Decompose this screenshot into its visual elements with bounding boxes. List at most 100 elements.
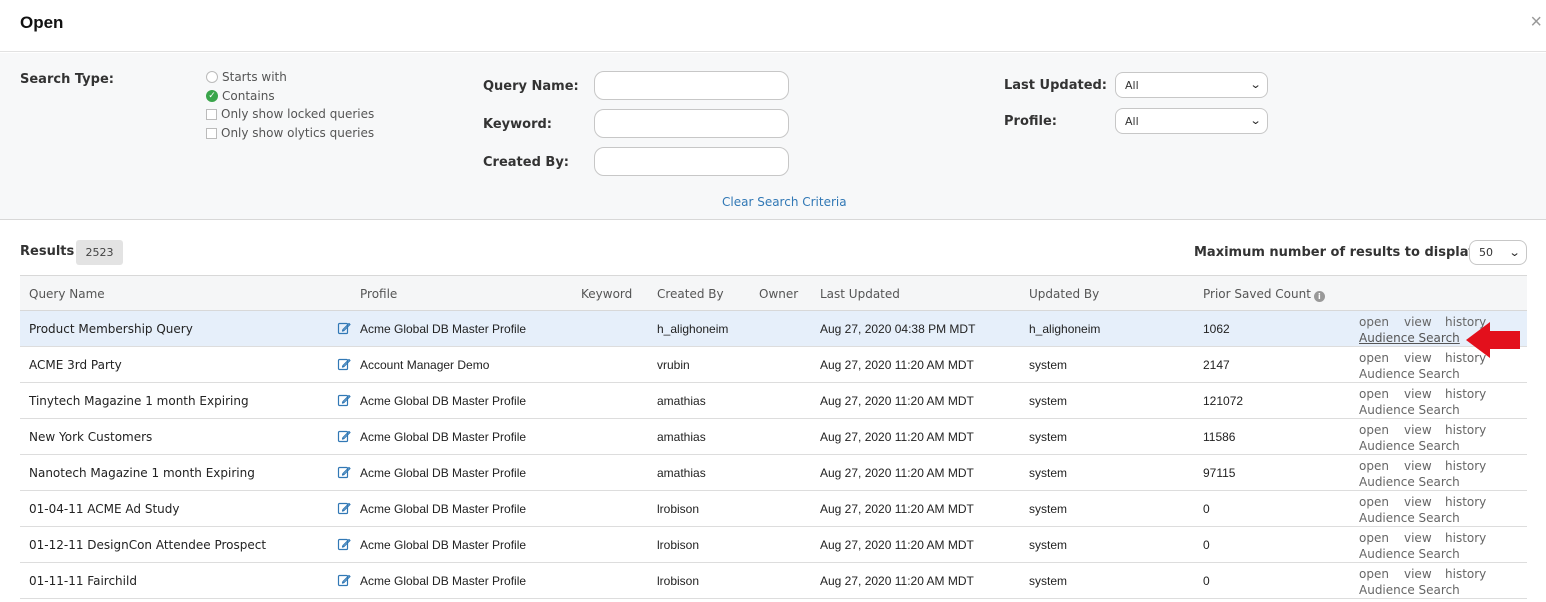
table-row[interactable]: 01-12-11 DesignCon Attendee Prospect Acme… [20, 527, 1527, 563]
view-link[interactable]: view [1404, 566, 1432, 582]
cell-created-by: lrobison [657, 538, 700, 552]
cell-prior-saved-count: 1062 [1203, 322, 1230, 336]
option-starts-with[interactable]: Starts with [206, 70, 287, 84]
col-created-by[interactable]: Created By [657, 287, 724, 301]
cell-prior-saved-count: 0 [1203, 574, 1210, 588]
view-link[interactable]: view [1404, 386, 1432, 402]
results-count-badge: 2523 [76, 240, 123, 265]
col-prior-saved-count[interactable]: Prior Saved Count i [1203, 287, 1325, 302]
open-link[interactable]: open [1359, 386, 1389, 402]
edit-icon[interactable] [337, 357, 351, 371]
edit-icon[interactable] [337, 393, 351, 407]
history-link[interactable]: history [1445, 494, 1486, 510]
open-link[interactable]: open [1359, 350, 1389, 366]
created-by-input[interactable] [594, 147, 789, 176]
checkbox-icon[interactable] [206, 108, 217, 120]
option-olytics-queries[interactable]: Only show olytics queries [206, 126, 374, 140]
cell-query-name: New York Customers [29, 430, 153, 444]
col-last-updated[interactable]: Last Updated [820, 287, 900, 301]
audience-search-link[interactable]: Audience Search [1359, 330, 1460, 346]
close-icon[interactable]: × [1530, 12, 1542, 32]
col-profile[interactable]: Profile [360, 287, 397, 301]
cell-created-by: h_alighoneim [657, 322, 729, 336]
cell-prior-saved-count: 0 [1203, 538, 1210, 552]
open-link[interactable]: open [1359, 494, 1389, 510]
col-query-name[interactable]: Query Name [29, 287, 105, 301]
profile-select[interactable]: All ⌄ [1115, 108, 1268, 134]
cell-last-updated: Aug 27, 2020 11:20 AM MDT [820, 502, 974, 516]
open-link[interactable]: open [1359, 422, 1389, 438]
view-link[interactable]: view [1404, 494, 1432, 510]
open-link[interactable]: open [1359, 458, 1389, 474]
view-link[interactable]: view [1404, 530, 1432, 546]
edit-icon[interactable] [337, 537, 351, 551]
table-row[interactable]: 01-04-11 ACME Ad Study Acme Global DB Mas… [20, 491, 1527, 527]
option-contains[interactable]: ✓ Contains [206, 89, 275, 103]
dialog-title: Open [20, 13, 64, 32]
cell-query-name: Nanotech Magazine 1 month Expiring [29, 466, 255, 480]
open-link[interactable]: open [1359, 314, 1389, 330]
audience-search-link[interactable]: Audience Search [1359, 546, 1460, 562]
audience-search-link[interactable]: Audience Search [1359, 474, 1460, 490]
last-updated-select[interactable]: All ⌄ [1115, 72, 1268, 98]
history-link[interactable]: history [1445, 422, 1486, 438]
cell-query-name: Tinytech Magazine 1 month Expiring [29, 394, 249, 408]
option-label: Contains [222, 89, 275, 103]
col-updated-by[interactable]: Updated By [1029, 287, 1099, 301]
query-name-input[interactable] [594, 71, 789, 100]
table-row[interactable]: Nanotech Magazine 1 month Expiring Acme G… [20, 455, 1527, 491]
col-label: Prior Saved Count [1203, 287, 1311, 301]
table-row[interactable]: ACME 3rd Party Account Manager Demo vrubin… [20, 347, 1527, 383]
max-results-select[interactable]: 50 ⌄ [1469, 240, 1527, 265]
radio-icon[interactable] [206, 71, 218, 83]
edit-icon[interactable] [337, 429, 351, 443]
info-icon[interactable]: i [1313, 291, 1325, 302]
view-link[interactable]: view [1404, 350, 1432, 366]
edit-icon[interactable] [337, 321, 351, 335]
history-link[interactable]: history [1445, 458, 1486, 474]
open-link[interactable]: open [1359, 530, 1389, 546]
audience-search-link[interactable]: Audience Search [1359, 438, 1460, 454]
edit-icon[interactable] [337, 465, 351, 479]
edit-icon[interactable] [337, 501, 351, 515]
col-owner[interactable]: Owner [759, 287, 798, 301]
view-link[interactable]: view [1404, 422, 1432, 438]
created-by-label: Created By: [483, 155, 569, 170]
table-row[interactable]: 01-11-11 Fairchild Acme Global DB Master … [20, 563, 1527, 599]
history-link[interactable]: history [1445, 386, 1486, 402]
col-keyword[interactable]: Keyword [581, 287, 632, 301]
table-row[interactable]: Tinytech Magazine 1 month Expiring Acme G… [20, 383, 1527, 419]
cell-profile: Account Manager Demo [360, 358, 490, 372]
cell-query-name: 01-11-11 Fairchild [29, 574, 137, 588]
results-label: Results [20, 244, 75, 259]
cell-created-by: amathias [657, 394, 706, 408]
check-circle-icon[interactable]: ✓ [206, 90, 218, 102]
cell-updated-by: system [1029, 538, 1068, 552]
checkbox-icon[interactable] [206, 127, 217, 139]
history-link[interactable]: history [1445, 566, 1486, 582]
table-row[interactable]: Product Membership Query Acme Global DB M… [20, 311, 1527, 347]
chevron-down-icon: ⌄ [1508, 246, 1521, 259]
clear-search-link[interactable]: Clear Search Criteria [722, 195, 847, 209]
history-link[interactable]: history [1445, 530, 1486, 546]
option-label: Only show locked queries [221, 107, 375, 121]
select-value: All [1125, 78, 1139, 92]
cell-prior-saved-count: 97115 [1203, 466, 1236, 480]
open-link[interactable]: open [1359, 566, 1389, 582]
edit-icon[interactable] [337, 573, 351, 587]
dialog-header: Open × [0, 0, 1546, 52]
select-value: All [1125, 114, 1139, 128]
audience-search-link[interactable]: Audience Search [1359, 582, 1460, 598]
audience-search-link[interactable]: Audience Search [1359, 366, 1460, 382]
query-name-label: Query Name: [483, 79, 579, 94]
audience-search-link[interactable]: Audience Search [1359, 510, 1460, 526]
view-link[interactable]: view [1404, 314, 1432, 330]
select-value: 50 [1479, 246, 1493, 259]
cell-updated-by: system [1029, 466, 1068, 480]
keyword-input[interactable] [594, 109, 789, 138]
keyword-label: Keyword: [483, 117, 552, 132]
audience-search-link[interactable]: Audience Search [1359, 402, 1460, 418]
view-link[interactable]: view [1404, 458, 1432, 474]
table-row[interactable]: New York Customers Acme Global DB Master … [20, 419, 1527, 455]
option-locked-queries[interactable]: Only show locked queries [206, 107, 374, 121]
